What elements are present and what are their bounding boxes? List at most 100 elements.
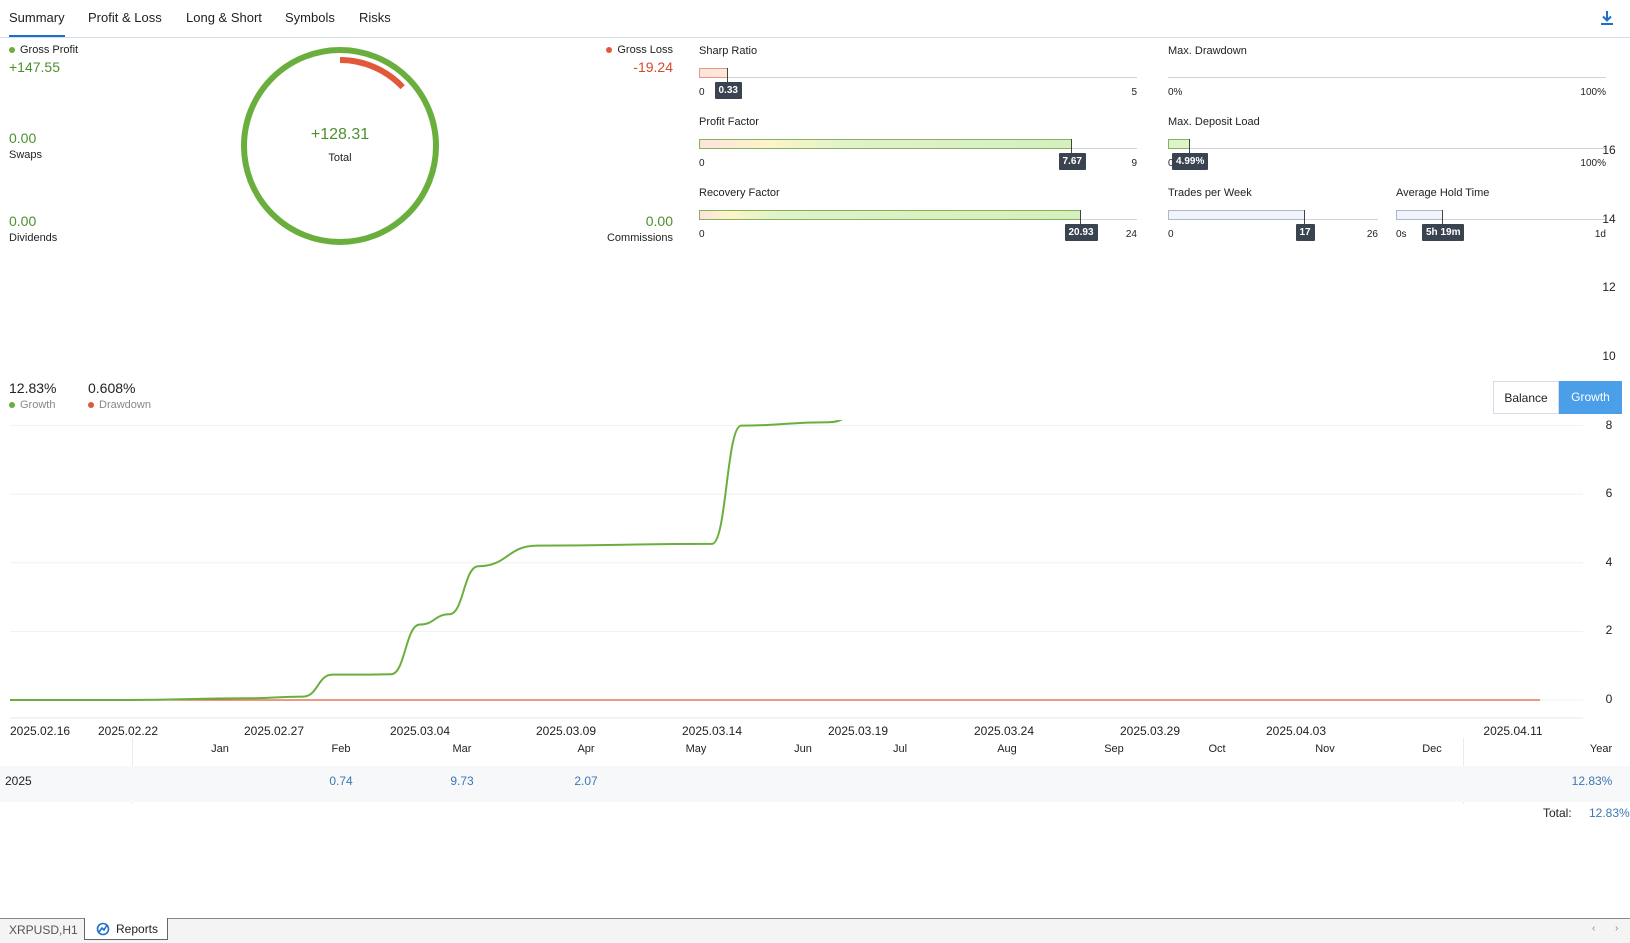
metric-min: 0% bbox=[1168, 87, 1182, 98]
metric-title: Max. Drawdown bbox=[1168, 45, 1606, 57]
commissions-block: 0.00 Commissions bbox=[560, 213, 673, 244]
metric-bar bbox=[1168, 210, 1305, 220]
x-tick-label: 2025.03.09 bbox=[536, 724, 596, 738]
drawdown-dot bbox=[88, 402, 94, 408]
gross-profit-block: Gross Profit +147.55 bbox=[9, 44, 78, 75]
tab-long-short[interactable]: Long & Short bbox=[186, 0, 262, 36]
legend-growth: 12.83% Growth bbox=[9, 380, 56, 411]
metric-title: Trades per Week bbox=[1168, 187, 1378, 199]
metric-title: Sharp Ratio bbox=[699, 45, 1137, 57]
tab-profit-loss[interactable]: Profit & Loss bbox=[88, 0, 162, 36]
ring-loss-arc bbox=[254, 60, 426, 232]
x-tick-label: 2025.03.14 bbox=[682, 724, 742, 738]
month-header: Year bbox=[1590, 743, 1612, 755]
balance-button[interactable]: Balance bbox=[1493, 381, 1559, 414]
metric-min: 0s bbox=[1396, 229, 1407, 240]
growth-button[interactable]: Growth bbox=[1559, 381, 1622, 414]
gross-profit-dot bbox=[9, 47, 15, 53]
month-header: Mar bbox=[453, 743, 472, 755]
report-tab-bar: Summary Profit & Loss Long & Short Symbo… bbox=[0, 0, 1630, 38]
metric-bar bbox=[699, 139, 1072, 149]
month-header: Sep bbox=[1104, 743, 1124, 755]
x-tick-label: 2025.03.19 bbox=[828, 724, 888, 738]
commissions-value: 0.00 bbox=[560, 213, 673, 229]
monthly-row-2025 bbox=[0, 766, 1630, 802]
month-header: Dec bbox=[1422, 743, 1442, 755]
y-tick-label: 0 bbox=[1594, 692, 1624, 706]
legend-drawdown: 0.608% Drawdown bbox=[88, 380, 151, 411]
ring-profit-arc bbox=[244, 50, 436, 242]
y-tick-label: 12 bbox=[1594, 280, 1624, 294]
x-tick-label: 2025.02.16 bbox=[10, 724, 70, 738]
metric-max: 24 bbox=[1126, 229, 1137, 240]
metric-title: Recovery Factor bbox=[699, 187, 1137, 199]
gross-profit-label: Gross Profit bbox=[20, 44, 78, 56]
metric-value-tag: 17 bbox=[1296, 224, 1315, 241]
metric-min: 0 bbox=[699, 158, 705, 169]
metric-trades-per-week: Trades per Week 17 0 26 bbox=[1168, 187, 1378, 247]
metric-bar bbox=[699, 210, 1081, 220]
download-icon[interactable] bbox=[1597, 8, 1617, 28]
metric-max: 100% bbox=[1580, 158, 1606, 169]
metric-title: Average Hold Time bbox=[1396, 187, 1606, 199]
y-tick-label: 14 bbox=[1594, 212, 1624, 226]
gross-loss-value: -19.24 bbox=[560, 59, 673, 75]
metric-bar bbox=[1168, 139, 1190, 149]
drawdown-value: 0.608% bbox=[88, 380, 151, 396]
tab-symbols[interactable]: Symbols bbox=[285, 0, 335, 36]
x-tick-label: 2025.04.11 bbox=[1483, 724, 1542, 738]
metric-max: 1d bbox=[1595, 229, 1606, 240]
metric-profit-factor: Profit Factor 7.67 0 9 bbox=[699, 116, 1137, 176]
swaps-label: Swaps bbox=[9, 149, 42, 161]
tab-risks[interactable]: Risks bbox=[359, 0, 391, 36]
tab-reports[interactable]: Reports bbox=[84, 918, 168, 940]
month-header: Aug bbox=[997, 743, 1017, 755]
metric-max: 100% bbox=[1580, 87, 1606, 98]
metric-min: 0 bbox=[699, 229, 705, 240]
monthly-value: 9.73 bbox=[450, 774, 473, 788]
metric-bar bbox=[699, 68, 728, 78]
series-line-growth bbox=[10, 420, 1540, 700]
total-value: +128.31 bbox=[240, 126, 440, 144]
dividends-label: Dividends bbox=[9, 232, 57, 244]
reports-icon bbox=[96, 922, 110, 941]
swaps-value: 0.00 bbox=[9, 130, 42, 146]
dividends-value: 0.00 bbox=[9, 213, 57, 229]
tab-chart-xrpusd[interactable]: XRPUSD,H1 bbox=[9, 923, 78, 937]
metric-bar bbox=[1396, 210, 1443, 220]
gross-loss-block: Gross Loss -19.24 bbox=[560, 44, 673, 75]
y-tick-label: 6 bbox=[1594, 486, 1624, 500]
dividends-block: 0.00 Dividends bbox=[9, 213, 57, 244]
gross-profit-value: +147.55 bbox=[9, 59, 78, 75]
x-tick-label: 2025.02.27 bbox=[244, 724, 304, 738]
x-tick-label: 2025.02.22 bbox=[98, 724, 158, 738]
tab-summary[interactable]: Summary bbox=[9, 0, 65, 37]
y-tick-label: 2 bbox=[1594, 623, 1624, 637]
metric-average-hold-time: Average Hold Time 5h 19m 0s 1d bbox=[1396, 187, 1606, 247]
scroll-right-icon[interactable]: › bbox=[1615, 923, 1618, 934]
metric-min: 0 bbox=[1168, 229, 1174, 240]
monthly-row-year: 2025 bbox=[5, 774, 32, 788]
scroll-left-icon[interactable]: ‹ bbox=[1592, 923, 1595, 934]
metric-title: Max. Deposit Load bbox=[1168, 116, 1606, 128]
month-header: Nov bbox=[1315, 743, 1335, 755]
metric-value-tag: 0.33 bbox=[715, 82, 742, 99]
monthly-value: 0.74 bbox=[329, 774, 352, 788]
commissions-label: Commissions bbox=[560, 232, 673, 244]
x-tick-label: 2025.04.03 bbox=[1266, 724, 1326, 738]
tab-reports-label: Reports bbox=[116, 922, 158, 936]
x-tick-label: 2025.03.29 bbox=[1120, 724, 1180, 738]
month-header: May bbox=[686, 743, 707, 755]
monthly-value: 2.07 bbox=[574, 774, 597, 788]
metric-max: 9 bbox=[1131, 158, 1137, 169]
gross-loss-label: Gross Loss bbox=[617, 44, 673, 56]
growth-value: 12.83% bbox=[9, 380, 56, 396]
y-tick-label: 10 bbox=[1594, 349, 1624, 363]
metric-min: 0 bbox=[699, 87, 705, 98]
metric-sharp-ratio: Sharp Ratio 0.33 0 5 bbox=[699, 45, 1137, 105]
growth-label: Growth bbox=[20, 399, 55, 411]
y-tick-label: 4 bbox=[1594, 555, 1624, 569]
total-ring: +128.31 Total bbox=[240, 46, 440, 246]
month-header: Feb bbox=[332, 743, 351, 755]
metric-max-deposit-load: Max. Deposit Load 0 4.99% 100% bbox=[1168, 116, 1606, 176]
